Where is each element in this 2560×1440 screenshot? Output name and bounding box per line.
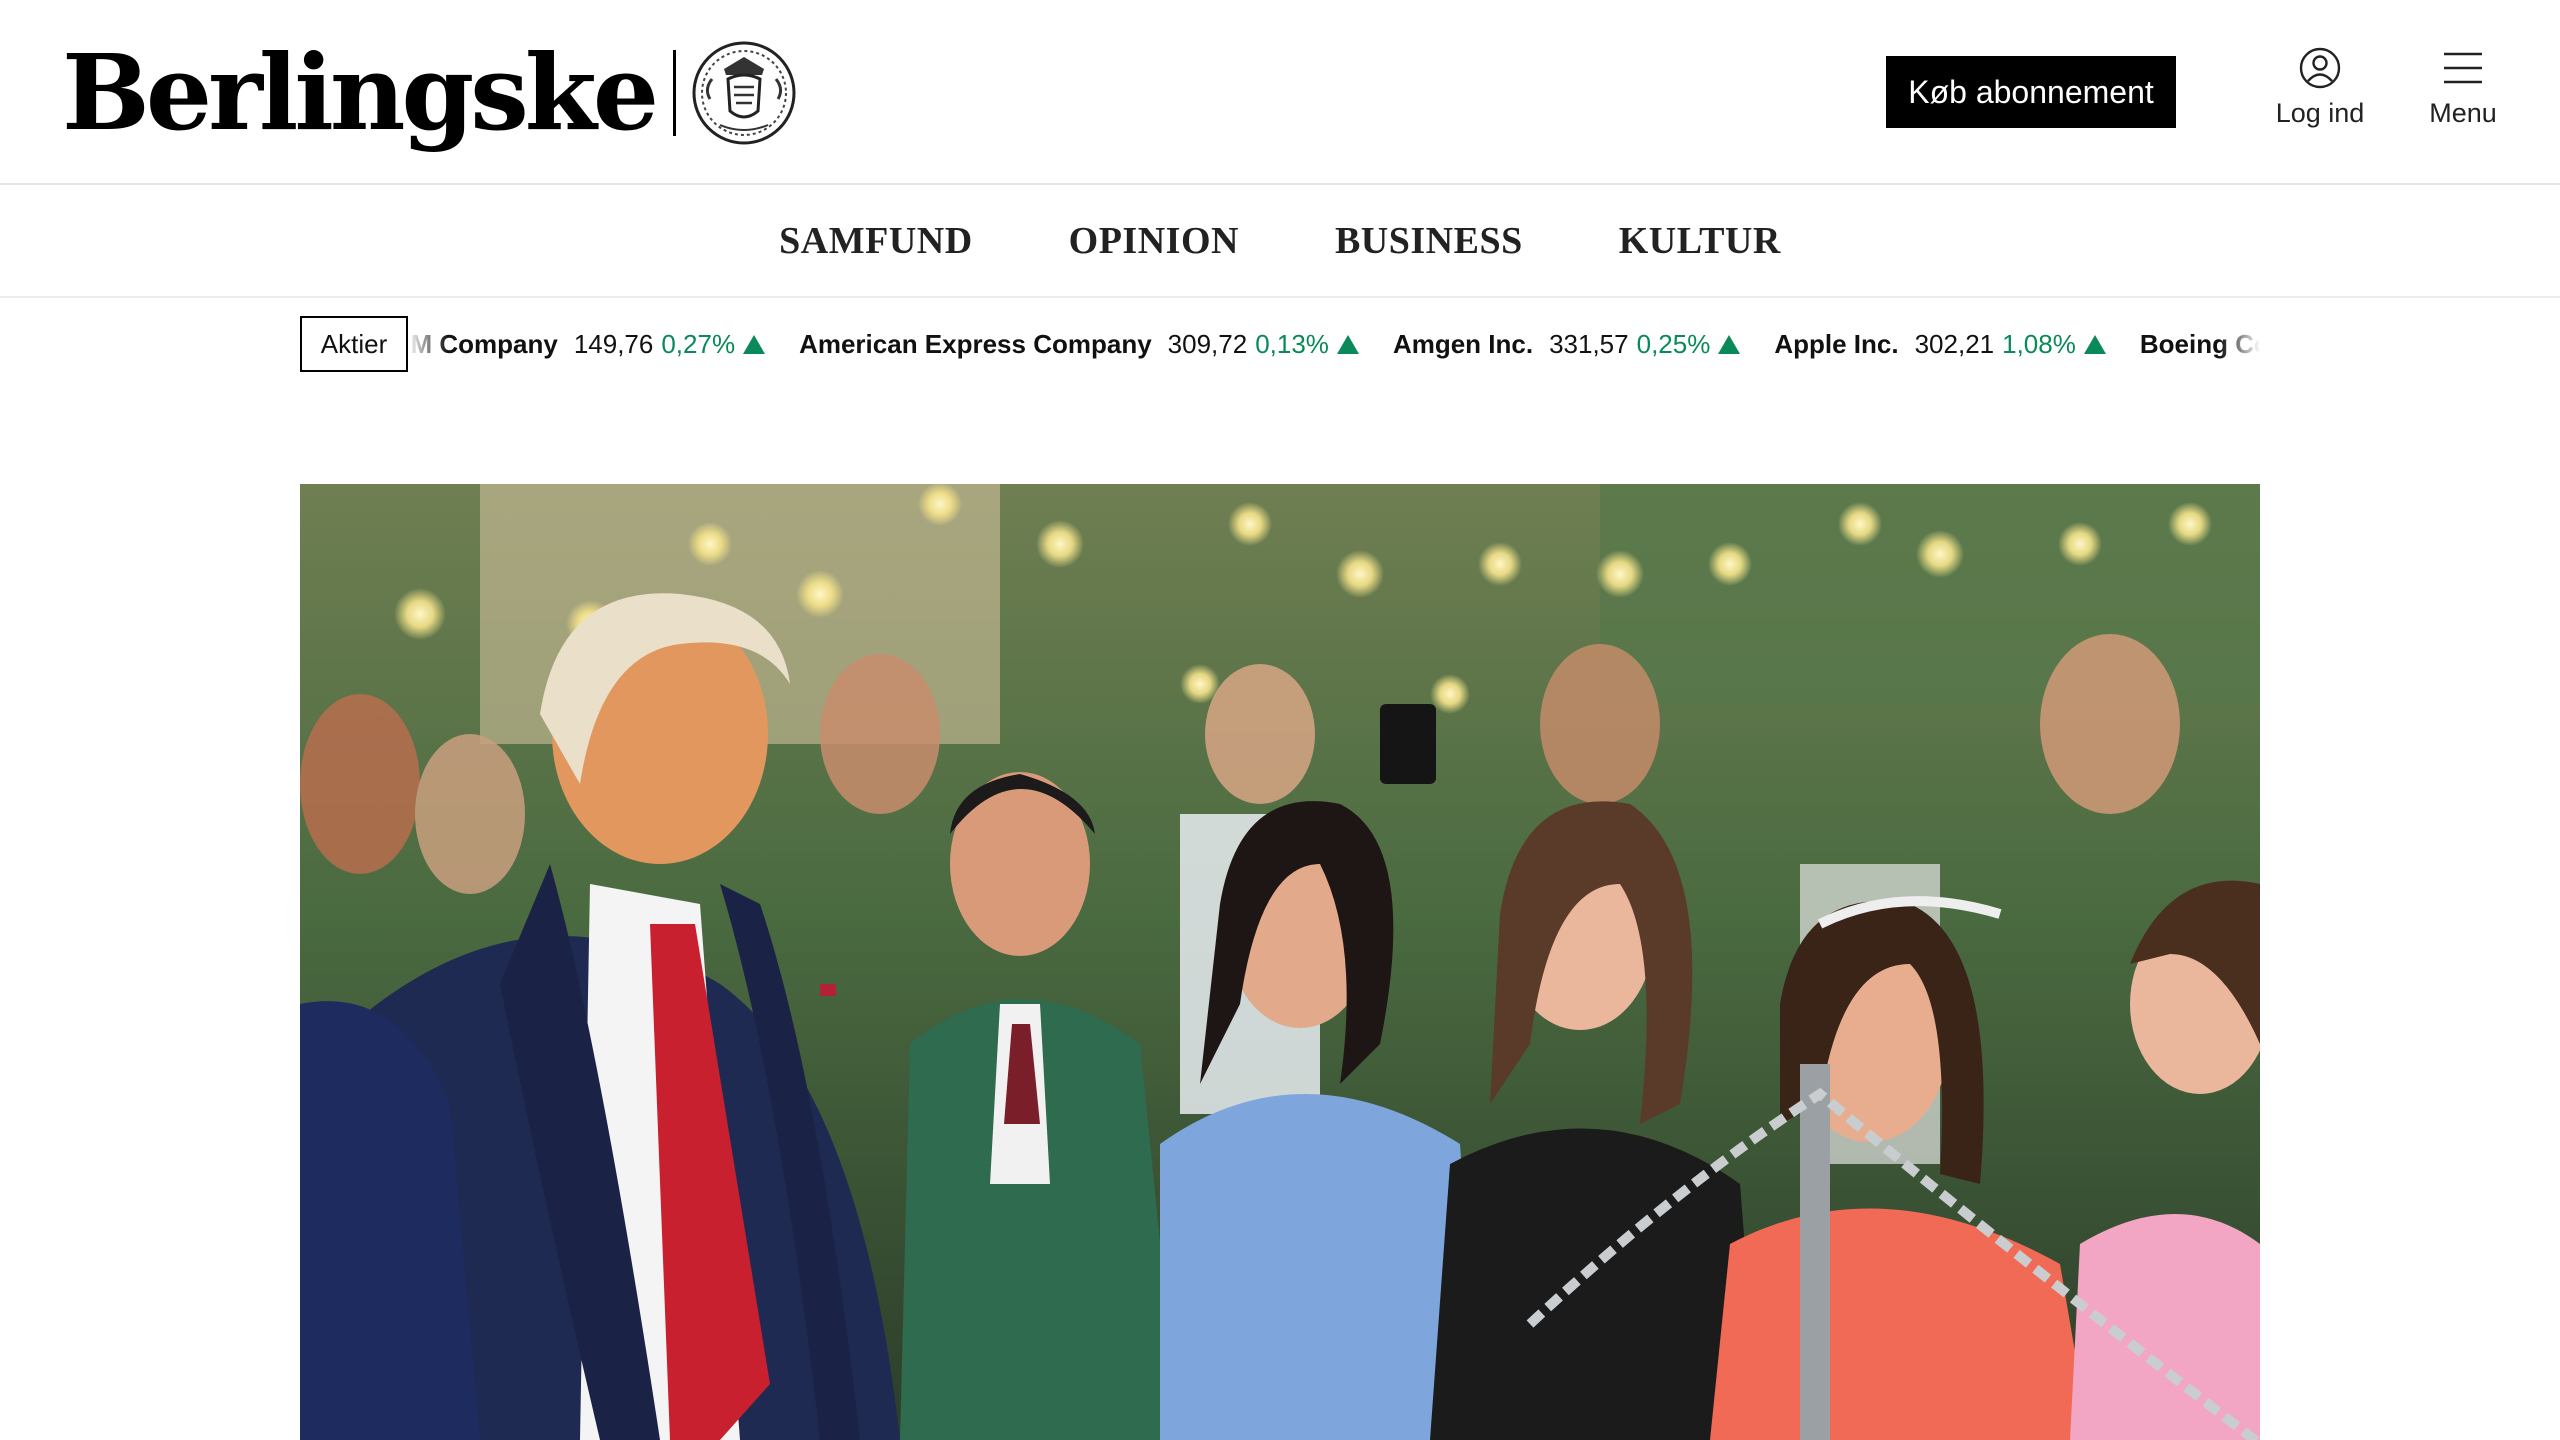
stock-name: Apple Inc. (1774, 328, 1899, 359)
stock-price: 309,72 (1167, 328, 1248, 359)
nav-item-samfund[interactable]: SAMFUND (779, 219, 972, 263)
stock-name: Amgen Inc. (1392, 328, 1534, 359)
arrow-up-icon (1718, 334, 1741, 354)
logo-wordmark: Berlingske (62, 31, 659, 154)
logo-divider (673, 50, 676, 136)
ticker-label-button[interactable]: Aktier (300, 316, 408, 372)
stock-item[interactable]: Boeing Company (The) (2140, 329, 2260, 360)
ticker-track: 3M Company 149,76 0,27% American Express… (408, 316, 2260, 372)
hero-photo-illustration (300, 484, 2260, 1440)
stock-name: Boeing Company (The) (2139, 328, 2260, 359)
stock-name: American Express Company (799, 328, 1152, 359)
hamburger-icon (2444, 52, 2482, 84)
subscribe-button[interactable]: Køb abonnement (1886, 56, 2176, 128)
stock-item[interactable]: Apple Inc. 302,21 1,08% (1774, 329, 2106, 360)
stock-change: 1,08% (2002, 328, 2076, 359)
stock-item[interactable]: Amgen Inc. 331,57 0,25% (1392, 328, 1741, 360)
stock-item[interactable]: 3M Company 149,76 0,27% (408, 328, 766, 360)
stock-item[interactable]: American Express Company 309,72 0,13% (799, 329, 1359, 360)
login-button[interactable]: Log ind (2245, 46, 2395, 136)
site-logo[interactable]: Berlingske (62, 28, 798, 158)
hero-photo[interactable] (300, 484, 2260, 1440)
stock-price: 331,57 (1549, 328, 1629, 359)
stock-ticker: Aktier 3M Company 149,76 0,27% American … (300, 316, 2260, 372)
royal-seal-icon (692, 41, 796, 145)
stock-change: 0,25% (1636, 328, 1711, 359)
login-label: Log ind (2275, 98, 2365, 128)
stock-change: 0,27% (661, 328, 736, 359)
stock-change: 0,13% (1255, 328, 1329, 359)
ticker-list: 3M Company 149,76 0,27% American Express… (408, 316, 2260, 372)
nav-item-opinion[interactable]: OPINION (1069, 219, 1239, 263)
stock-price: 302,21 (1914, 328, 1995, 359)
arrow-up-icon (2083, 334, 2106, 354)
arrow-up-icon (1336, 334, 1359, 354)
stock-name: 3M Company (408, 328, 558, 359)
nav-item-business[interactable]: BUSINESS (1335, 219, 1523, 263)
site-header: Berlingske Køb abonnement Log ind Menu (0, 0, 2560, 185)
stock-price: 149,76 (573, 328, 654, 359)
arrow-up-icon (743, 334, 766, 354)
nav-item-kultur[interactable]: KULTUR (1619, 219, 1781, 263)
menu-button[interactable]: Menu (2388, 46, 2538, 136)
menu-label: Menu (2429, 98, 2497, 128)
section-nav: SAMFUND OPINION BUSINESS KULTUR (0, 186, 2560, 298)
user-circle-icon (2299, 47, 2341, 89)
